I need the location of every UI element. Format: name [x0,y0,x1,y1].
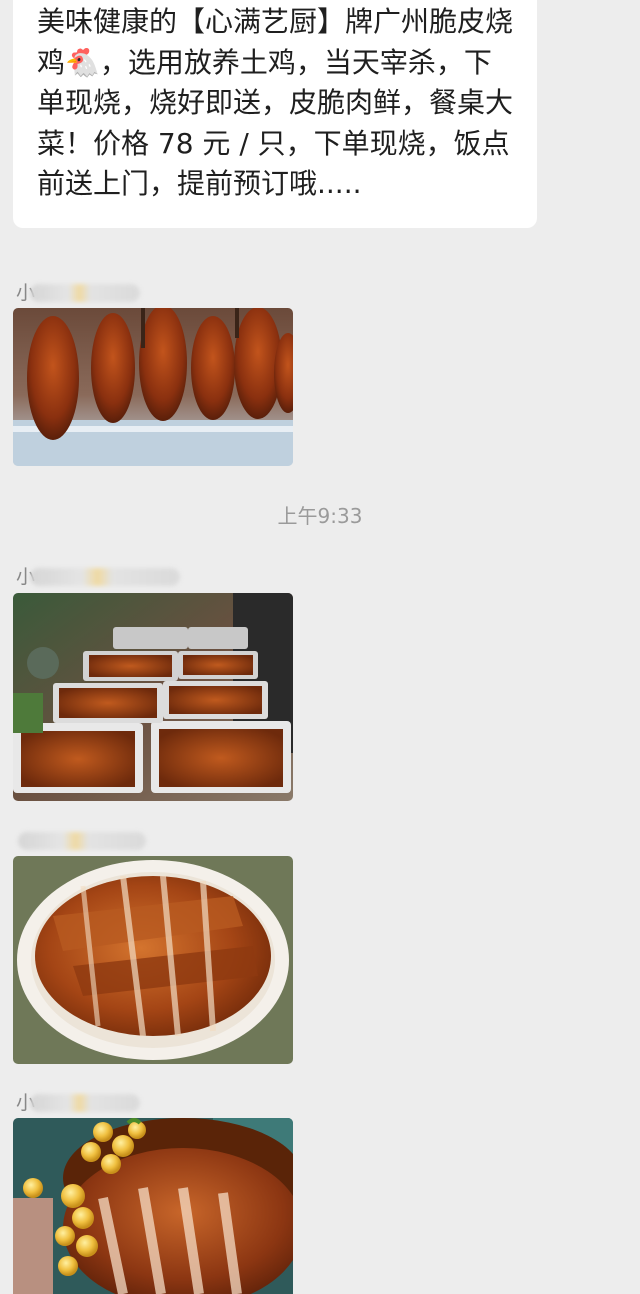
roast-goose-with-plums-image [13,1118,293,1294]
sliced-roast-chicken-photo[interactable] [13,856,293,1064]
chat-screen: 美味健康的【心满艺厨】牌广州脆皮烧鸡🐔，选用放养土鸡，当天宰杀，下单现烧，烧好即… [0,0,640,1294]
message-timestamp: 上午9:33 [277,504,363,528]
sliced-roast-chicken-plate-image [13,856,293,1064]
blurred-name [18,832,146,850]
roast-ducks-hanging-image [13,308,293,466]
message-bubble[interactable]: 美味健康的【心满艺厨】牌广州脆皮烧鸡🐔，选用放养土鸡，当天宰杀，下单现烧，烧好即… [13,0,537,228]
sender-name[interactable]: 小 [16,1090,196,1116]
roast-goose-photo[interactable] [13,1118,293,1294]
blurred-name [30,568,180,586]
sender-name[interactable] [16,828,196,854]
roast-chicken-trays-photo[interactable] [13,593,293,801]
blurred-name [30,284,140,302]
roast-ducks-photo[interactable] [13,308,293,466]
roast-chicken-trays-image [13,593,293,801]
message-text: 美味健康的【心满艺厨】牌广州脆皮烧鸡🐔，选用放养土鸡，当天宰杀，下单现烧，烧好即… [37,5,514,200]
sender-name[interactable]: 小 [16,564,196,590]
blurred-name [30,1094,140,1112]
sender-name[interactable]: 小 [16,280,196,306]
